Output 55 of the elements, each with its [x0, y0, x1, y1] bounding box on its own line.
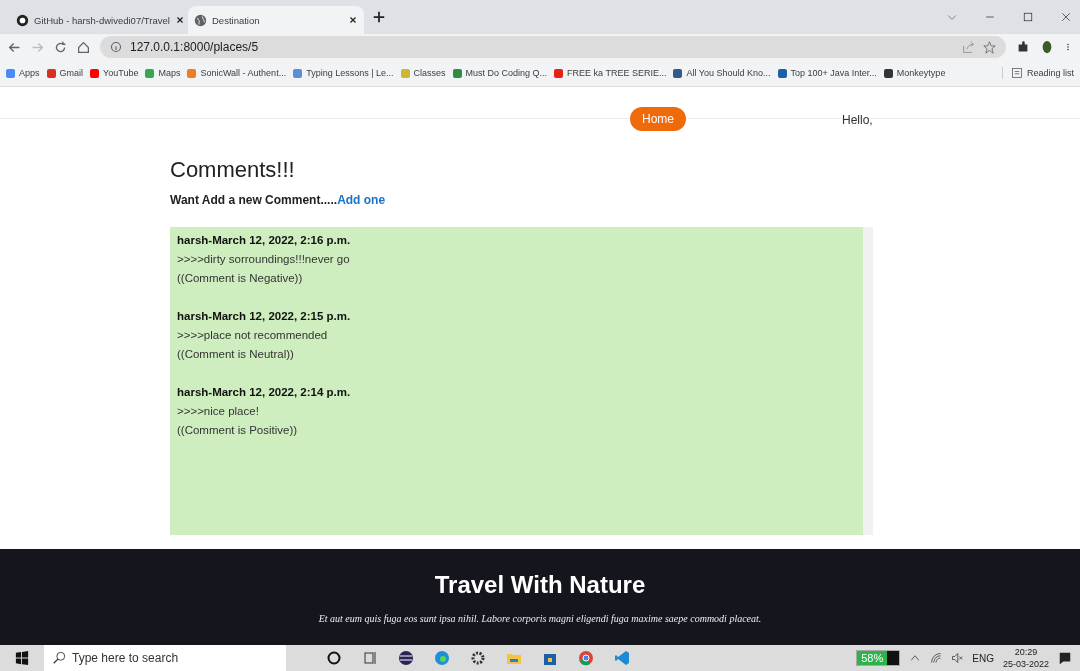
avatar-icon[interactable]: [1040, 39, 1054, 55]
comment-sentiment: ((Comment is Neutral)): [177, 347, 295, 362]
bookmark[interactable]: Monkeytype: [883, 68, 946, 78]
footer-title: Travel With Nature: [434, 570, 646, 599]
scrollbar[interactable]: [863, 227, 873, 535]
puzzle-icon[interactable]: [1016, 40, 1030, 54]
search-box[interactable]: Type here to search: [44, 645, 286, 671]
address-bar[interactable]: 127.0.0.1:8000/places/5: [100, 36, 1006, 58]
footer-tagline: Et aut eum quis fuga eos sunt ipsa nihil. Labore corporis magni eligendi fuga maxime saepe commodi placeat.: [318, 612, 762, 624]
add-prompt: Want Add a new Comment.....: [170, 193, 338, 207]
add-link[interactable]: Add one: [337, 193, 386, 207]
bookmark[interactable]: SonicWall - Authent...: [187, 68, 287, 78]
windows-icon[interactable]: [15, 651, 29, 665]
circle-icon[interactable]: [326, 650, 342, 666]
plus-icon[interactable]: [372, 10, 386, 24]
greeting: Hello,: [842, 113, 873, 127]
comment-header: harsh-March 12, 2022, 2:14 p.m.: [177, 385, 352, 400]
star-icon[interactable]: [983, 40, 996, 54]
home-icon[interactable]: [77, 40, 90, 54]
bookmark[interactable]: All You Should Kno...: [673, 68, 771, 78]
list-icon: [1010, 67, 1023, 79]
bookmark[interactable]: Classes: [400, 68, 446, 78]
reading-list[interactable]: Reading list: [1001, 67, 1074, 79]
bookmark[interactable]: Must Do Coding Q...: [452, 68, 548, 78]
bookmark[interactable]: YouTube: [90, 68, 139, 78]
maximize-icon[interactable]: [1022, 11, 1034, 23]
reload-icon[interactable]: [54, 40, 67, 54]
back-icon[interactable]: [8, 40, 21, 54]
comment-text: >>>>place not recommended: [177, 328, 329, 343]
comment-sentiment: ((Comment is Negative)): [177, 271, 304, 286]
bookmark[interactable]: Typing Lessons | Le...: [293, 68, 394, 78]
info-icon: [110, 41, 122, 53]
bookmark[interactable]: Gmail: [46, 68, 84, 78]
comment-text: >>>>dirty sorroundings!!!never go: [177, 252, 351, 267]
notification-icon[interactable]: [1058, 651, 1072, 665]
bookmark[interactable]: Top 100+ Java Inter...: [777, 68, 877, 78]
bookmark[interactable]: Apps: [6, 68, 40, 78]
speaker-muted-icon[interactable]: [951, 652, 964, 664]
close-icon[interactable]: [174, 15, 185, 25]
task-view-icon[interactable]: [362, 650, 378, 666]
wifi-icon[interactable]: [930, 652, 943, 664]
bookmark[interactable]: Maps: [145, 68, 181, 78]
bookmark[interactable]: FREE ka TREE SERIE...: [554, 68, 667, 78]
comment-text: >>>>nice place!: [177, 404, 260, 419]
comment-header: harsh-March 12, 2022, 2:16 p.m.: [177, 233, 352, 248]
search-icon: [52, 651, 66, 665]
language-indicator[interactable]: ENG: [972, 652, 994, 664]
globe-icon[interactable]: [194, 13, 207, 27]
comment-header: harsh-March 12, 2022, 2:15 p.m.: [177, 309, 352, 324]
search-field[interactable]: Type here to search: [72, 646, 286, 670]
close-icon[interactable]: [348, 15, 358, 25]
comment-sentiment: ((Comment is Positive)): [177, 423, 299, 438]
clock[interactable]: 20:29 25-03-2022: [1002, 646, 1049, 670]
browser-tab[interactable]: Destination: [188, 6, 364, 34]
page-heading: Comments!!!: [170, 157, 296, 183]
